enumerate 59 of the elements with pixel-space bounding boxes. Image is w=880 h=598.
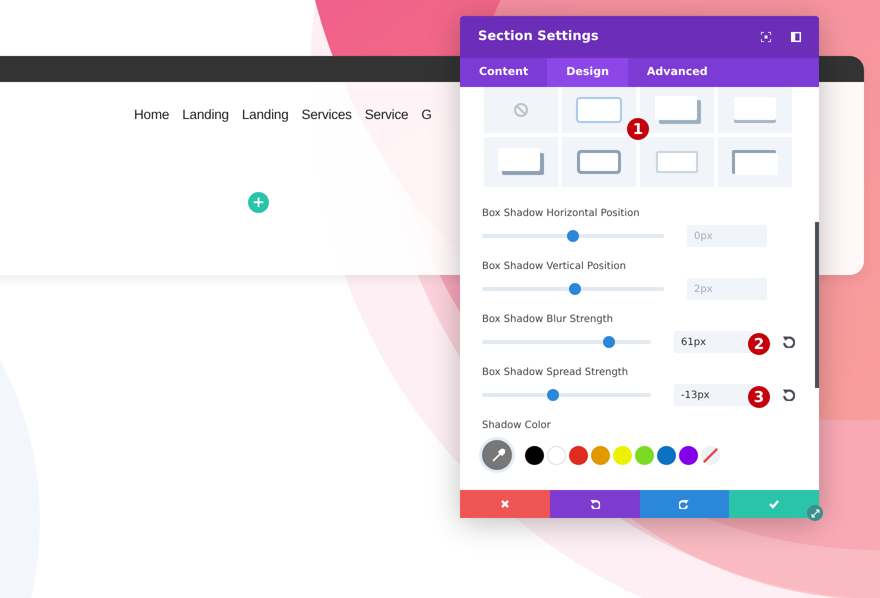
- reset-button[interactable]: [782, 335, 795, 349]
- value-input[interactable]: 0px: [687, 225, 767, 247]
- slider-label: Box Shadow Horizontal Position: [482, 207, 641, 220]
- color-swatch[interactable]: [525, 446, 544, 464]
- color-swatch[interactable]: [613, 446, 632, 464]
- nav-link-text[interactable]: Home: [134, 105, 170, 126]
- shadow-preview-icon: [574, 147, 624, 177]
- save-button[interactable]: [729, 490, 819, 518]
- undo-icon: [590, 499, 600, 509]
- slider-thumb[interactable]: [602, 336, 615, 348]
- value-input[interactable]: -13px: [674, 384, 754, 406]
- tab[interactable]: Design: [547, 58, 628, 87]
- shadow-preset[interactable]: [718, 137, 792, 187]
- reset-icon: [782, 388, 795, 401]
- reset-icon: [782, 335, 795, 348]
- slider-label: Box Shadow Spread Strength: [482, 366, 630, 379]
- shadow-preview-icon: [652, 95, 702, 125]
- fullscreen-icon[interactable]: [761, 32, 771, 42]
- shadow-preview-icon: [730, 147, 780, 177]
- tab[interactable]: Content: [460, 58, 548, 87]
- annotation-marker: 3: [748, 386, 770, 408]
- nav-link-text[interactable]: Landing: [242, 105, 289, 126]
- disabled-icon: [513, 102, 529, 118]
- color-swatch[interactable]: [547, 446, 566, 464]
- shadow-preset[interactable]: [562, 87, 636, 133]
- color-label: Shadow Color: [482, 419, 552, 432]
- nav-link-text[interactable]: Landing: [182, 105, 229, 126]
- color-picker-button[interactable]: [482, 440, 512, 470]
- color-swatch[interactable]: [657, 446, 676, 464]
- value-input[interactable]: 2px: [687, 278, 767, 300]
- value-input[interactable]: 61px: [674, 331, 754, 353]
- nav-link-text[interactable]: Services: [302, 105, 352, 126]
- redo-button[interactable]: [640, 490, 730, 518]
- nav-link-text[interactable]: G: [421, 105, 432, 126]
- slider-thumb[interactable]: [567, 230, 579, 242]
- color-swatch[interactable]: [635, 446, 654, 464]
- color-swatch[interactable]: [569, 446, 588, 464]
- reset-button[interactable]: [782, 388, 795, 402]
- shadow-preview-icon: [496, 147, 546, 177]
- panel-title: Section Settings: [478, 28, 600, 46]
- slider-thumb[interactable]: [546, 389, 559, 401]
- no-color-swatch[interactable]: [701, 446, 720, 464]
- checkmark-icon: [769, 499, 780, 509]
- slider-thumb[interactable]: [568, 283, 581, 295]
- slider-label: Box Shadow Vertical Position: [482, 260, 627, 273]
- tab[interactable]: Advanced: [628, 58, 727, 87]
- slider-label: Box Shadow Blur Strength: [482, 313, 614, 326]
- shadow-preview-icon: [574, 95, 624, 125]
- color-swatch[interactable]: [591, 446, 610, 464]
- eyedropper-icon: [490, 448, 504, 462]
- close-icon: [500, 499, 510, 509]
- shadow-preset[interactable]: [562, 137, 636, 187]
- color-swatch[interactable]: [679, 446, 698, 464]
- sidebar-toggle-icon[interactable]: [791, 32, 801, 42]
- shadow-preset[interactable]: [484, 137, 558, 187]
- redo-icon: [679, 499, 690, 509]
- annotation-marker: 2: [748, 333, 770, 355]
- nav-link-text[interactable]: Service: [364, 105, 408, 126]
- undo-button[interactable]: [550, 490, 640, 518]
